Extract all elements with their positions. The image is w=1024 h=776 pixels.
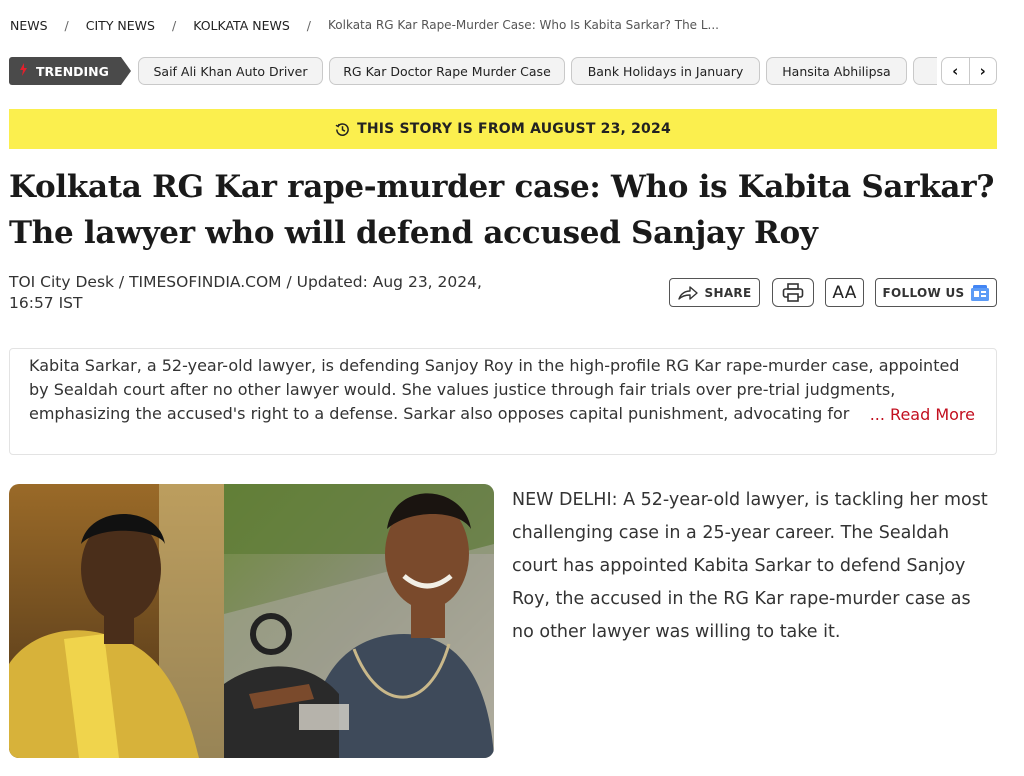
breadcrumb-separator: / <box>171 17 177 33</box>
breadcrumb-city-news[interactable]: CITY NEWS <box>86 18 155 33</box>
article-byline: TOI City Desk / TIMESOFINDIA.COM / Updat… <box>9 273 482 312</box>
trending-label: TRENDING <box>9 57 131 85</box>
follow-us-button[interactable]: FOLLOW US <box>875 278 997 307</box>
breadcrumb-separator: / <box>306 17 312 33</box>
trending-nav: ‹ › <box>941 57 997 85</box>
summary-text: Kabita Sarkar, a 52-year-old lawyer, is … <box>29 356 960 423</box>
chevron-left-icon[interactable]: ‹ <box>942 58 969 84</box>
print-button[interactable] <box>772 278 814 307</box>
article-summary: Kabita Sarkar, a 52-year-old lawyer, is … <box>9 348 997 455</box>
story-date-text: THIS STORY IS FROM AUGUST 23, 2024 <box>357 121 671 137</box>
article-image <box>9 484 494 758</box>
trending-pill[interactable]: RG Kar Doctor Rape Murder Case <box>329 57 565 85</box>
breadcrumb-current: Kolkata RG Kar Rape-Murder Case: Who Is … <box>328 18 719 32</box>
trending-bar: TRENDING Saif Ali Khan Auto Driver RG Ka… <box>9 57 997 87</box>
chevron-right-icon[interactable]: › <box>968 58 997 84</box>
share-button[interactable]: SHARE <box>669 278 760 307</box>
trending-pill-partial[interactable] <box>913 57 937 85</box>
breadcrumb-separator: / <box>64 17 69 33</box>
google-news-icon <box>971 284 990 301</box>
article-headline: Kolkata RG Kar rape-murder case: Who is … <box>9 169 995 251</box>
trending-pill[interactable]: Bank Holidays in January <box>571 57 760 85</box>
breadcrumb-news[interactable]: NEWS <box>10 18 48 33</box>
share-arrow-icon <box>677 285 698 300</box>
printer-icon <box>782 282 804 303</box>
story-date-banner: THIS STORY IS FROM AUGUST 23, 2024 <box>9 109 997 149</box>
breadcrumb: NEWS / CITY NEWS / KOLKATA NEWS / Kolkat… <box>10 17 719 33</box>
follow-us-label: FOLLOW US <box>882 285 965 300</box>
article-photo <box>9 484 494 758</box>
read-more-link[interactable]: ... Read More <box>867 405 975 424</box>
share-label: SHARE <box>704 285 752 300</box>
font-size-button[interactable]: AA <box>825 278 864 307</box>
article-body-paragraph: NEW DELHI: A 52-year-old lawyer, is tack… <box>512 490 988 642</box>
history-clock-icon <box>335 122 350 137</box>
flame-icon <box>19 62 28 80</box>
breadcrumb-kolkata-news[interactable]: KOLKATA NEWS <box>193 18 290 33</box>
trending-pill[interactable]: Hansita Abhilipsa <box>766 57 907 85</box>
trending-pill[interactable]: Saif Ali Khan Auto Driver <box>138 57 323 85</box>
trending-label-text: TRENDING <box>36 63 109 79</box>
